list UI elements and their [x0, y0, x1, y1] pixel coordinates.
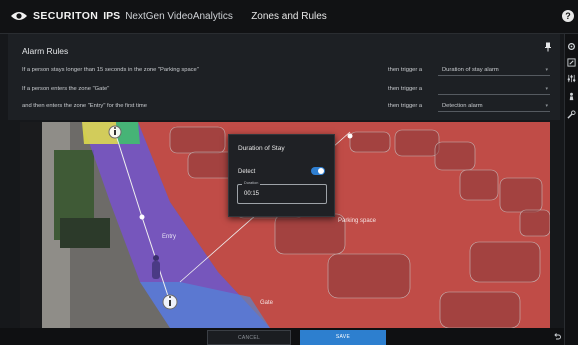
info-marker-icon[interactable]: [108, 125, 122, 139]
rule-trigger: then trigger a: [388, 86, 423, 92]
right-toolbar: [564, 34, 578, 345]
zone-handle[interactable]: [347, 133, 353, 139]
chevron-down-icon: ▾: [545, 103, 548, 109]
detect-toggle[interactable]: [311, 167, 325, 175]
cancel-button[interactable]: CANCEL: [207, 330, 291, 345]
duration-caption: Duration: [242, 181, 261, 185]
alarm-type-value: Detection alarm: [442, 103, 483, 109]
sliders-icon[interactable]: [567, 74, 576, 83]
person-icon[interactable]: [567, 92, 576, 101]
alarm-type-select[interactable]: Detection alarm ▾: [438, 100, 550, 112]
rule-trigger: then trigger a: [388, 103, 423, 109]
rule-row: If a person enters the zone "Gate" then …: [22, 83, 556, 96]
chevron-down-icon: ▾: [545, 86, 548, 92]
alarm-type-select[interactable]: ▾: [438, 83, 550, 95]
chevron-down-icon: ▾: [545, 67, 548, 73]
alarm-type-select[interactable]: Duration of stay alarm ▾: [438, 64, 550, 76]
help-icon[interactable]: ?: [562, 10, 574, 22]
pin-icon[interactable]: [544, 42, 552, 52]
info-marker-icon[interactable]: [162, 294, 178, 310]
rule-row: If a person stays longer than 15 seconds…: [22, 64, 556, 77]
undo-icon[interactable]: [553, 332, 561, 340]
rule-condition: If a person stays longer than 15 seconds…: [22, 67, 199, 73]
edit-icon[interactable]: [567, 58, 576, 67]
tool-icon[interactable]: [567, 110, 576, 119]
zone-handle[interactable]: [139, 214, 145, 220]
dialog-title: Duration of Stay: [238, 145, 285, 152]
duration-field[interactable]: Duration 00:15: [237, 181, 327, 204]
person-figure: [152, 255, 160, 279]
zone-label-gate: Gate: [260, 300, 274, 306]
duration-value: 00:15: [244, 191, 260, 197]
top-bar: SECURITON IPS NextGen VideoAnalytics Zon…: [0, 0, 578, 34]
rule-row: and then enters the zone "Entry" for the…: [22, 100, 556, 113]
duration-of-stay-dialog: Duration of Stay Detect Duration 00:15: [228, 134, 335, 217]
alarm-rules-title: Alarm Rules: [22, 46, 69, 56]
zone-label-entry: Entry: [162, 234, 176, 240]
settings-icon[interactable]: [567, 42, 576, 51]
alarm-rules-panel: Alarm Rules If a person stays longer tha…: [8, 34, 560, 120]
rule-condition: If a person enters the zone "Gate": [22, 86, 110, 92]
eye-logo-icon: [11, 12, 27, 20]
brand-name: SECURITON: [33, 10, 99, 22]
rule-condition: and then enters the zone "Entry" for the…: [22, 103, 147, 109]
detect-label: Detect: [238, 169, 256, 175]
brand-ips: IPS: [103, 10, 121, 22]
zone-label-parking: Parking space: [338, 218, 377, 224]
page-title: Zones and Rules: [251, 11, 327, 22]
alarm-type-value: Duration of stay alarm: [442, 67, 499, 73]
bottom-bar: CANCEL SAVE: [0, 328, 564, 345]
save-button[interactable]: SAVE: [300, 330, 386, 345]
rule-trigger: then trigger a: [388, 67, 423, 73]
